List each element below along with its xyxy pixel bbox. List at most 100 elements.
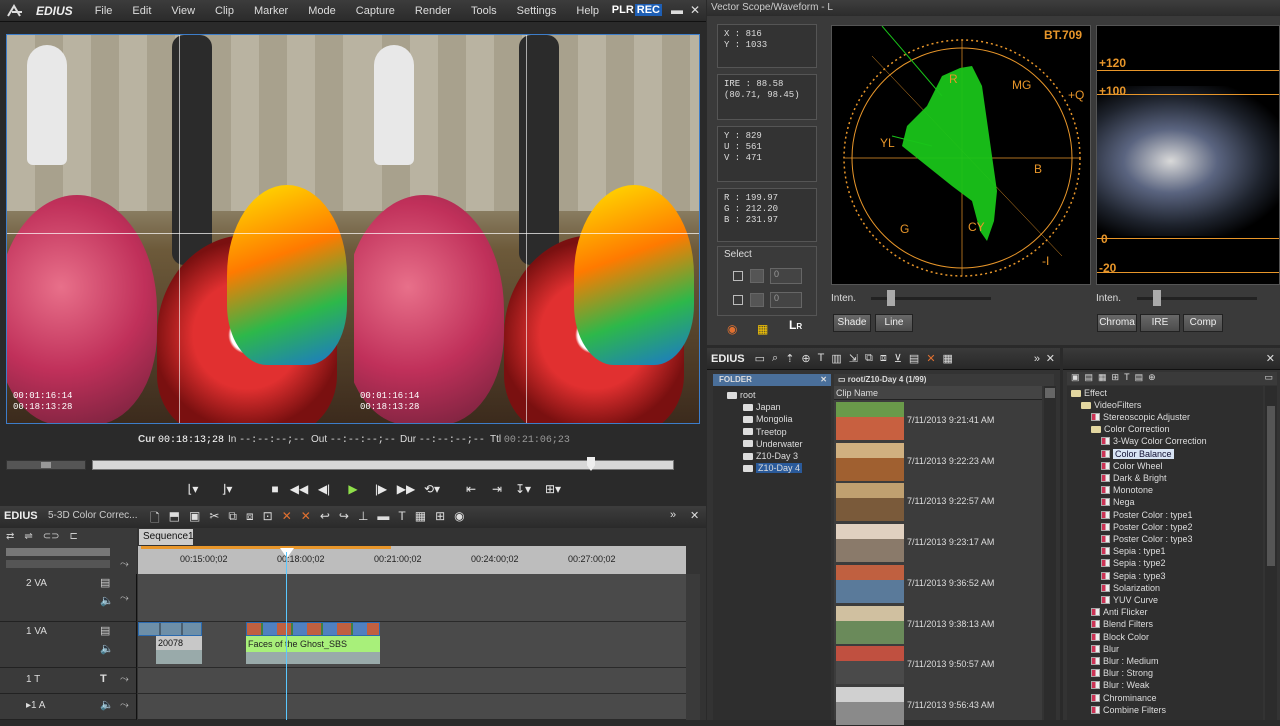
clip-row[interactable]: 7/11/2013 9:36:52 AM (834, 564, 1042, 604)
replace-icon[interactable]: ⊡ (263, 509, 273, 530)
redo-icon[interactable]: ↪ (339, 509, 349, 530)
render-icon[interactable]: ▬ (377, 509, 389, 530)
effect-item[interactable]: Block Color (1091, 632, 1149, 642)
video-track-icon[interactable]: ▤ (100, 576, 110, 589)
effect-item[interactable]: 3-Way Color Correction (1101, 436, 1207, 446)
play-icon[interactable]: ▶ (342, 480, 364, 498)
select-checkbox-1[interactable] (733, 271, 743, 281)
track-lane-1va[interactable]: 20078 Faces of the Ghost_SBS (138, 622, 686, 668)
grid-icon[interactable]: ⊞ (435, 509, 445, 530)
select-picker-2[interactable] (750, 293, 764, 307)
effect-item[interactable]: Sepia : type3 (1101, 571, 1166, 581)
effects-scroll-thumb[interactable] (1267, 406, 1275, 566)
record-icon[interactable]: ◉ (454, 509, 464, 530)
add-to-timeline-icon[interactable]: ⊻ (894, 352, 902, 365)
sequence-tab[interactable]: Sequence1 (139, 529, 194, 545)
shuttle-slider[interactable] (6, 460, 86, 470)
stop-icon[interactable]: ■ (264, 480, 286, 498)
timeline-vscroll[interactable] (686, 574, 700, 720)
track-edit-icon[interactable]: ⇌ (24, 531, 32, 542)
clip-thumbnail[interactable] (836, 442, 904, 481)
menu-file[interactable]: File (85, 5, 123, 17)
next-edit-icon[interactable]: ⇥ (486, 480, 508, 498)
add-clip-icon[interactable]: ⊕ (801, 352, 810, 365)
track-sync-icon[interactable]: ⤳ (120, 592, 129, 605)
effect-folder[interactable]: VideoFilters (1081, 400, 1141, 410)
scrub-track[interactable] (92, 460, 674, 470)
timeline-ruler[interactable]: 00:15:00;02 00:18:00;02 00:21:00;02 00:24:0… (138, 546, 686, 574)
effect-item[interactable]: Poster Color : type3 (1101, 534, 1193, 544)
folder-item[interactable]: Z10-Day 4 (743, 463, 803, 474)
title-icon[interactable]: T (398, 509, 405, 530)
vectorscope-display[interactable]: BT.709 R MG +Q YL B G CY -I (831, 25, 1091, 285)
clip-b-audio[interactable] (246, 652, 380, 664)
clip-row[interactable]: 7/11/2013 9:22:23 AM (834, 442, 1042, 482)
zoom-slider-2[interactable] (6, 560, 110, 568)
chroma-button[interactable]: Chroma (1097, 314, 1137, 332)
minimize-icon[interactable]: ▬ (670, 3, 684, 17)
effect-item[interactable]: Blend Filters (1091, 619, 1153, 629)
menu-edit[interactable]: Edit (122, 5, 161, 17)
select-checkbox-2[interactable] (733, 295, 743, 305)
clip-thumbnail[interactable] (836, 402, 904, 440)
effect-item[interactable]: Poster Color : type1 (1101, 510, 1193, 520)
folder-item[interactable]: Treetop (743, 427, 787, 437)
menu-tools[interactable]: Tools (461, 5, 507, 17)
group-icon[interactable]: ⊏ (70, 531, 78, 542)
fast-forward-icon[interactable]: ▶▶ (395, 480, 417, 498)
clip-row[interactable]: 7/11/2013 9:22:57 AM (834, 482, 1042, 522)
bin-scrollbar[interactable] (1044, 386, 1056, 720)
select-value-1[interactable]: 0 (770, 268, 802, 284)
paste-icon[interactable]: ⧈ (880, 352, 887, 365)
effect-item[interactable]: Color Wheel (1101, 461, 1163, 471)
clip-thumbnail[interactable] (836, 564, 904, 603)
select-value-2[interactable]: 0 (770, 292, 802, 308)
set-out-icon[interactable]: ⌋▾ (216, 480, 238, 498)
prev-edit-icon[interactable]: ⇤ (460, 480, 482, 498)
ire-button[interactable]: IRE (1140, 314, 1180, 332)
clip-thumbnail[interactable] (836, 686, 904, 725)
folder-item[interactable]: Japan (743, 402, 781, 412)
effect-item[interactable]: Nega (1101, 497, 1135, 507)
link-icon[interactable]: ⊂⊃ (43, 531, 60, 542)
clip-thumbnail[interactable] (836, 524, 904, 563)
folder-item[interactable]: root (727, 390, 756, 400)
menu-capture[interactable]: Capture (346, 5, 405, 17)
folder-item[interactable]: Underwater (743, 439, 803, 449)
clip-row[interactable]: 7/11/2013 9:21:41 AM (834, 401, 1042, 441)
waveform-display[interactable]: +120 +100 0 -20 (1096, 25, 1280, 285)
copy-icon[interactable]: ⧉ (228, 509, 237, 530)
list-view-icon[interactable]: ▤ (1085, 372, 1094, 385)
title-track-icon[interactable]: T (100, 673, 107, 685)
clip-name-column-header[interactable]: Clip Name (834, 386, 1042, 400)
set-in-icon[interactable]: ⌊▾ (182, 480, 204, 498)
effect-item[interactable]: Chrominance (1091, 693, 1157, 703)
folder-close-icon[interactable]: ✕ (820, 374, 827, 386)
track-sync-icon[interactable]: ⤳ (120, 673, 129, 686)
track-lane-1t[interactable] (138, 668, 686, 694)
effect-item[interactable]: Blur (1091, 644, 1119, 654)
scroll-up-icon[interactable] (1045, 388, 1055, 398)
color-bars-icon[interactable]: ▥ (831, 352, 841, 365)
audio-speaker-icon[interactable]: 🔈 (100, 698, 114, 711)
vec-intensity-knob[interactable] (887, 290, 895, 306)
select-picker-1[interactable] (750, 269, 764, 283)
properties-icon[interactable]: ▤ (1135, 372, 1144, 385)
shade-button[interactable]: Shade (833, 314, 871, 332)
effect-item[interactable]: Sepia : type2 (1101, 558, 1166, 568)
clip-b-label[interactable]: Faces of the Ghost_SBS (246, 636, 380, 652)
effect-item[interactable]: Blur : Weak (1091, 680, 1149, 690)
menu-mode[interactable]: Mode (298, 5, 346, 17)
folder-item[interactable]: Mongolia (743, 414, 793, 424)
up-folder-icon[interactable]: ⇡ (785, 352, 794, 365)
step-forward-icon[interactable]: |▶ (370, 480, 392, 498)
scope-settings-icon[interactable]: ◉ (727, 322, 737, 336)
delete-icon[interactable]: ✕ (926, 352, 935, 365)
ripple-icon[interactable]: ⤳ (120, 558, 129, 571)
delete-icon[interactable]: ✕ (282, 509, 292, 530)
menu-settings[interactable]: Settings (507, 5, 567, 17)
effect-item[interactable]: Blur : Strong (1091, 668, 1153, 678)
player-preview[interactable]: 00:01:16:14 00:18:13:28 00:01:16:14 00:1… (6, 34, 700, 424)
effect-folder[interactable]: Color Correction (1091, 424, 1170, 434)
close-icon[interactable]: ✕ (688, 3, 702, 17)
